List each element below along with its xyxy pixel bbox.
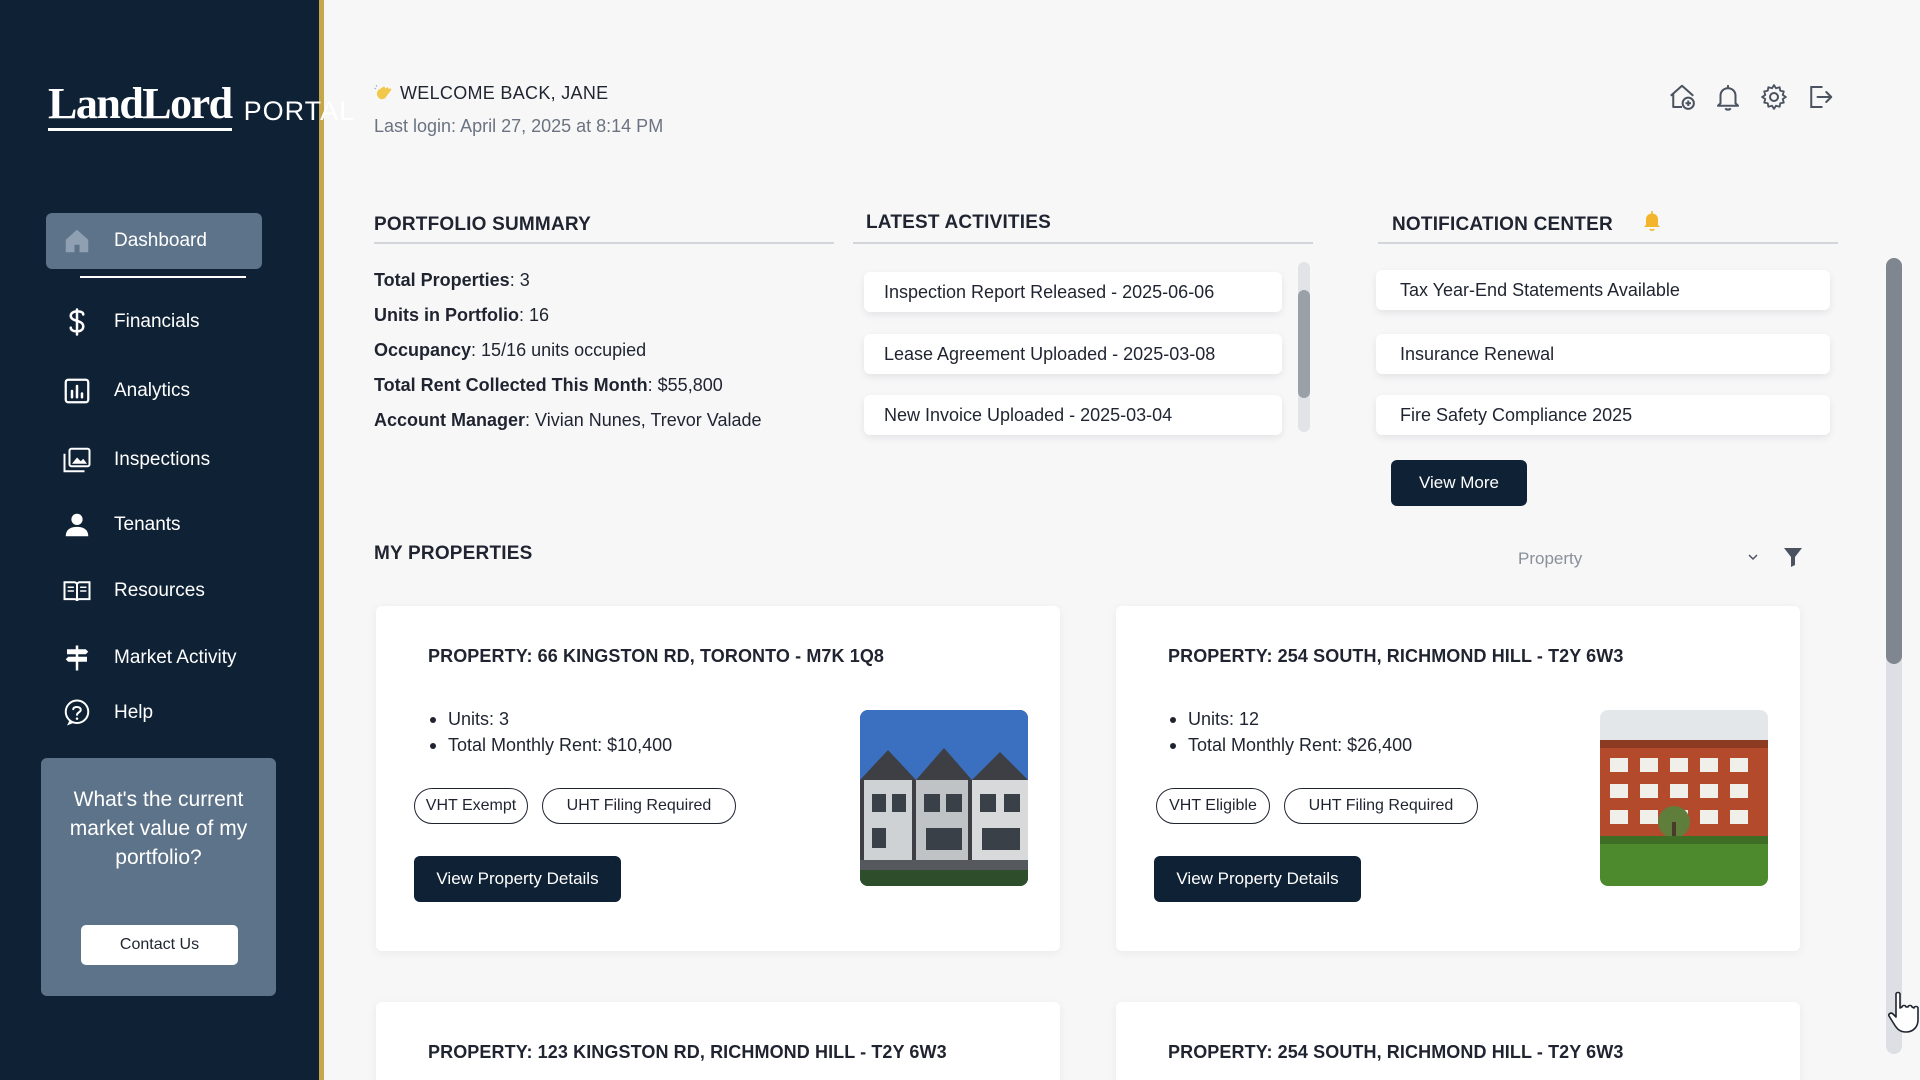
property-filter-select[interactable] [1602, 545, 1762, 573]
add-property-icon[interactable] [1666, 80, 1698, 114]
welcome-text: WELCOME BACK, JANE [400, 83, 609, 103]
property-tag: VHT Exempt [414, 788, 528, 824]
property-photo[interactable] [1600, 710, 1768, 886]
summary-row: Total Properties: 3 [374, 270, 530, 290]
person-icon [60, 508, 94, 542]
property-tag: UHT Filing Required [1284, 788, 1478, 824]
sidebar-item-label: Resources [114, 580, 205, 601]
gear-icon[interactable] [1758, 80, 1790, 114]
last-login: Last login: April 27, 2025 at 8:14 PM [374, 116, 664, 136]
property-card: PROPERTY: 123 KINGSTON RD, RICHMOND HILL… [376, 1002, 1060, 1080]
notification-center-title: NOTIFICATION CENTER [1392, 214, 1613, 235]
signpost-icon [60, 641, 94, 675]
property-title: PROPERTY: 254 SOUTH, RICHMOND HILL - T2Y… [1168, 1042, 1624, 1062]
property-photo[interactable] [860, 710, 1028, 886]
view-property-details-button[interactable]: View Property Details [414, 856, 621, 902]
sidebar-item-label: Market Activity [114, 647, 237, 668]
bar-chart-icon [60, 374, 94, 408]
logo-main: LandLord [48, 82, 233, 131]
sidebar-item-label: Help [114, 702, 154, 723]
latest-activities-rule [853, 242, 1313, 244]
logo-sub: PORTAL [243, 96, 356, 126]
property-units: Units: 12 [1168, 706, 1412, 732]
sidebar-item-financials[interactable]: Financials [46, 294, 262, 350]
portfolio-summary-rule [374, 242, 834, 244]
summary-row: Account Manager: Vivian Nunes, Trevor Va… [374, 410, 762, 430]
property-card: PROPERTY: 66 KINGSTON RD, TORONTO - M7K … [376, 606, 1060, 951]
activity-item[interactable]: Inspection Report Released - 2025-06-06 [864, 272, 1282, 312]
property-rent: Total Monthly Rent: $10,400 [428, 732, 672, 758]
summary-row: Occupancy: 15/16 units occupied [374, 340, 647, 360]
property-title: PROPERTY: 66 KINGSTON RD, TORONTO - M7K … [428, 646, 885, 666]
notification-item[interactable]: Insurance Renewal [1376, 334, 1830, 374]
activity-item[interactable]: New Invoice Uploaded - 2025-03-04 [864, 395, 1282, 435]
summary-row: Units in Portfolio: 16 [374, 305, 550, 325]
property-units: Units: 3 [428, 706, 672, 732]
sidebar-item-market-activity[interactable]: Market Activity [46, 630, 262, 686]
view-property-details-button[interactable]: View Property Details [1154, 856, 1361, 902]
property-rent: Total Monthly Rent: $26,400 [1168, 732, 1412, 758]
sidebar-item-label: Financials [114, 311, 200, 332]
activities-scrollbar-thumb[interactable] [1298, 290, 1310, 398]
notification-item[interactable]: Fire Safety Compliance 2025 [1376, 395, 1830, 435]
filter-icon[interactable] [1783, 546, 1803, 568]
promo-text: What's the current market value of my po… [69, 788, 248, 869]
sidebar-item-dashboard[interactable]: Dashboard [46, 213, 262, 269]
book-icon [60, 574, 94, 608]
sidebar-item-analytics[interactable]: Analytics [46, 363, 262, 419]
summary-row: Total Rent Collected This Month: $55,800 [374, 375, 723, 395]
contact-us-button[interactable]: Contact Us [81, 925, 238, 965]
photo-gallery-icon [60, 443, 94, 477]
dollar-icon [60, 305, 94, 339]
home-icon [60, 224, 94, 258]
logo[interactable]: LandLord PORTAL [48, 82, 355, 131]
notification-center-rule [1378, 242, 1838, 244]
waving-hand-icon [374, 84, 394, 103]
property-card: PROPERTY: 254 SOUTH, RICHMOND HILL - T2Y… [1116, 1002, 1800, 1080]
sidebar-item-label: Analytics [114, 380, 191, 401]
logout-icon[interactable] [1804, 80, 1836, 114]
latest-activities-title: LATEST ACTIVITIES [866, 212, 1051, 233]
view-more-button[interactable]: View More [1391, 460, 1527, 506]
bell-icon[interactable] [1712, 80, 1744, 114]
property-details-list: Units: 3 Total Monthly Rent: $10,400 [428, 706, 672, 758]
sidebar-item-inspections[interactable]: Inspections [46, 432, 262, 488]
property-card: PROPERTY: 254 SOUTH, RICHMOND HILL - T2Y… [1116, 606, 1800, 951]
welcome-message: WELCOME BACK, JANE [374, 83, 608, 104]
property-title: PROPERTY: 254 SOUTH, RICHMOND HILL - T2Y… [1168, 646, 1624, 666]
hand-cursor-icon [1886, 990, 1920, 1034]
header-actions [1666, 80, 1836, 114]
property-tag: VHT Eligible [1156, 788, 1270, 824]
activity-item[interactable]: Lease Agreement Uploaded - 2025-03-08 [864, 334, 1282, 374]
property-details-list: Units: 12 Total Monthly Rent: $26,400 [1168, 706, 1412, 758]
sidebar-item-label: Inspections [114, 449, 211, 470]
sidebar-item-label: Dashboard [114, 230, 207, 251]
portfolio-summary-title: PORTFOLIO SUMMARY [374, 214, 591, 235]
portfolio-summary: Total Properties: 3 Units in Portfolio: … [374, 263, 762, 438]
page-scrollbar-thumb[interactable] [1886, 258, 1902, 664]
chevron-down-icon[interactable] [1746, 550, 1760, 564]
property-filter-label: Property [1518, 549, 1583, 568]
sidebar: LandLord PORTAL Dashboard Financials Ana… [0, 0, 354, 1080]
market-value-promo: What's the current market value of my po… [41, 758, 276, 996]
property-tag: UHT Filing Required [542, 788, 736, 824]
sidebar-item-help[interactable]: Help [46, 685, 262, 741]
notification-item[interactable]: Tax Year-End Statements Available [1376, 270, 1830, 310]
my-properties-title: MY PROPERTIES [374, 543, 533, 564]
notification-bell-icon [1642, 210, 1662, 232]
sidebar-item-label: Tenants [114, 514, 181, 535]
active-nav-underline [80, 276, 246, 278]
help-icon [60, 696, 94, 730]
property-title: PROPERTY: 123 KINGSTON RD, RICHMOND HILL… [428, 1042, 947, 1062]
sidebar-item-tenants[interactable]: Tenants [46, 497, 262, 553]
sidebar-item-resources[interactable]: Resources [46, 563, 262, 619]
